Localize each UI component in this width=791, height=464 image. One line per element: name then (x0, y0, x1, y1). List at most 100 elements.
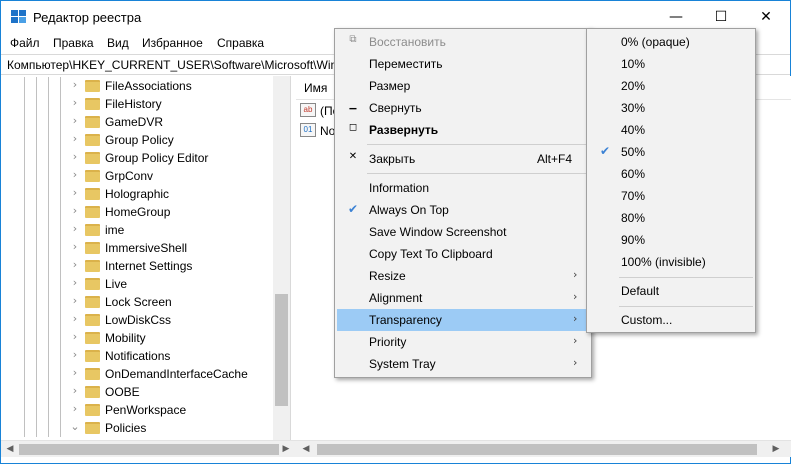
transparency-option-30[interactable]: 30% (589, 97, 753, 119)
scroll-right-icon[interactable]: ▶ (769, 442, 783, 456)
menu-item-always-on-top[interactable]: ✔ Always On Top (337, 199, 589, 221)
chevron-right-icon[interactable]: › (69, 78, 81, 91)
transparency-option-0[interactable]: 0% (opaque) (589, 31, 753, 53)
transparency-option-60[interactable]: 60% (589, 163, 753, 185)
tree-item[interactable]: › GrpConv (1, 167, 271, 185)
folder-icon (85, 134, 100, 146)
chevron-right-icon[interactable]: › (69, 330, 81, 343)
transparency-option-40[interactable]: 40% (589, 119, 753, 141)
transparency-option-custom[interactable]: Custom... (589, 309, 753, 331)
chevron-right-icon[interactable]: › (69, 168, 81, 181)
tree-item[interactable]: ⌄ Policies (1, 419, 271, 437)
menu-item-transparency[interactable]: Transparency › (337, 309, 589, 331)
menu-item-alignment[interactable]: Alignment › (337, 287, 589, 309)
menu-item-copy-text[interactable]: Copy Text To Clipboard (337, 243, 589, 265)
transparency-option-default[interactable]: Default (589, 280, 753, 302)
menu-help[interactable]: Справка (217, 36, 264, 50)
menu-item-system-tray[interactable]: System Tray › (337, 353, 589, 375)
menu-item-resize[interactable]: Resize › (337, 265, 589, 287)
chevron-right-icon[interactable]: › (69, 258, 81, 271)
tree-item[interactable]: › LowDiskCss (1, 311, 271, 329)
menu-item-label: 70% (621, 189, 646, 203)
tree-item[interactable]: › FileAssociations (1, 77, 271, 95)
menu-view[interactable]: Вид (107, 36, 129, 50)
chevron-right-icon[interactable]: › (69, 366, 81, 379)
transparency-option-10[interactable]: 10% (589, 53, 753, 75)
chevron-right-icon[interactable]: › (69, 150, 81, 163)
menu-item-minimize[interactable]: ▁ Свернуть (337, 97, 589, 119)
menu-item-size[interactable]: Размер (337, 75, 589, 97)
chevron-right-icon[interactable]: › (69, 240, 81, 253)
transparency-option-70[interactable]: 70% (589, 185, 753, 207)
menu-item-restore[interactable]: ⧉ Восстановить (337, 31, 589, 53)
menu-item-priority[interactable]: Priority › (337, 331, 589, 353)
menu-item-save-screenshot[interactable]: Save Window Screenshot (337, 221, 589, 243)
binary-value-icon: 01 (300, 123, 316, 137)
chevron-right-icon[interactable]: › (69, 204, 81, 217)
chevron-right-icon[interactable]: › (69, 186, 81, 199)
tree-hscroll-thumb[interactable] (19, 444, 279, 455)
tree-item[interactable]: › OnDemandInterfaceCache (1, 365, 271, 383)
chevron-right-icon[interactable]: › (69, 132, 81, 145)
folder-icon (85, 224, 100, 236)
menu-edit[interactable]: Правка (53, 36, 94, 50)
tree-vertical-scrollbar[interactable] (273, 76, 290, 440)
chevron-right-icon: › (573, 356, 578, 369)
menu-item-move[interactable]: Переместить (337, 53, 589, 75)
scroll-left-icon[interactable]: ◀ (299, 442, 313, 456)
tree-item[interactable]: › Holographic (1, 185, 271, 203)
menu-favorites[interactable]: Избранное (142, 36, 203, 50)
tree-guide-lines (13, 419, 69, 437)
menu-item-label: Priority (369, 335, 407, 349)
tree-item[interactable]: › HomeGroup (1, 203, 271, 221)
scroll-left-icon[interactable]: ◀ (3, 442, 17, 456)
tree-item[interactable]: › OOBE (1, 383, 271, 401)
values-hscroll-thumb[interactable] (317, 444, 757, 455)
chevron-right-icon[interactable]: › (69, 114, 81, 127)
menu-separator (619, 277, 753, 278)
menu-item-label: Resize (369, 269, 406, 283)
tree-item[interactable]: › GameDVR (1, 113, 271, 131)
tree-item[interactable]: › Notifications (1, 347, 271, 365)
transparency-option-90[interactable]: 90% (589, 229, 753, 251)
menu-item-label: System Tray (369, 357, 436, 371)
menu-item-close[interactable]: ✕ Закрыть Alt+F4 (337, 148, 589, 170)
tree-item[interactable]: › Internet Settings (1, 257, 271, 275)
chevron-right-icon[interactable]: › (69, 222, 81, 235)
tree-scroll-thumb[interactable] (275, 294, 288, 406)
tree-item[interactable]: › Mobility (1, 329, 271, 347)
tree-item-label: GrpConv (105, 169, 154, 183)
tree-item[interactable]: › Lock Screen (1, 293, 271, 311)
chevron-down-icon[interactable]: ⌄ (69, 420, 81, 433)
tree-guide-lines (13, 221, 69, 239)
folder-icon (85, 116, 100, 128)
chevron-right-icon[interactable]: › (69, 294, 81, 307)
chevron-right-icon[interactable]: › (69, 312, 81, 325)
tree-item[interactable]: › Live (1, 275, 271, 293)
chevron-right-icon[interactable]: › (69, 402, 81, 415)
menu-separator (619, 306, 753, 307)
menu-file[interactable]: Файл (10, 36, 40, 50)
menu-item-information[interactable]: Information (337, 177, 589, 199)
chevron-right-icon[interactable]: › (69, 276, 81, 289)
horizontal-scrollbar[interactable]: ◀ ▶ ◀ ▶ (1, 440, 791, 457)
menu-item-maximize[interactable]: ◻ Развернуть (337, 119, 589, 141)
chevron-right-icon[interactable]: › (69, 348, 81, 361)
transparency-option-100[interactable]: 100% (invisible) (589, 251, 753, 273)
tree-item[interactable]: › FileHistory (1, 95, 271, 113)
tree-item[interactable]: › PenWorkspace (1, 401, 271, 419)
chevron-right-icon[interactable]: › (69, 384, 81, 397)
tree-item-label: Policies (105, 421, 147, 435)
transparency-option-50[interactable]: ✔ 50% (589, 141, 753, 163)
transparency-option-80[interactable]: 80% (589, 207, 753, 229)
tree-item[interactable]: › ime (1, 221, 271, 239)
menu-item-label: 100% (invisible) (621, 255, 706, 269)
tree-item[interactable]: › Group Policy (1, 131, 271, 149)
tree-item[interactable]: › ImmersiveShell (1, 239, 271, 257)
scroll-right-icon[interactable]: ▶ (279, 442, 293, 456)
transparency-option-20[interactable]: 20% (589, 75, 753, 97)
chevron-right-icon[interactable]: › (69, 96, 81, 109)
menu-item-label: 0% (opaque) (621, 35, 690, 49)
folder-icon (85, 242, 100, 254)
tree-item[interactable]: › Group Policy Editor (1, 149, 271, 167)
